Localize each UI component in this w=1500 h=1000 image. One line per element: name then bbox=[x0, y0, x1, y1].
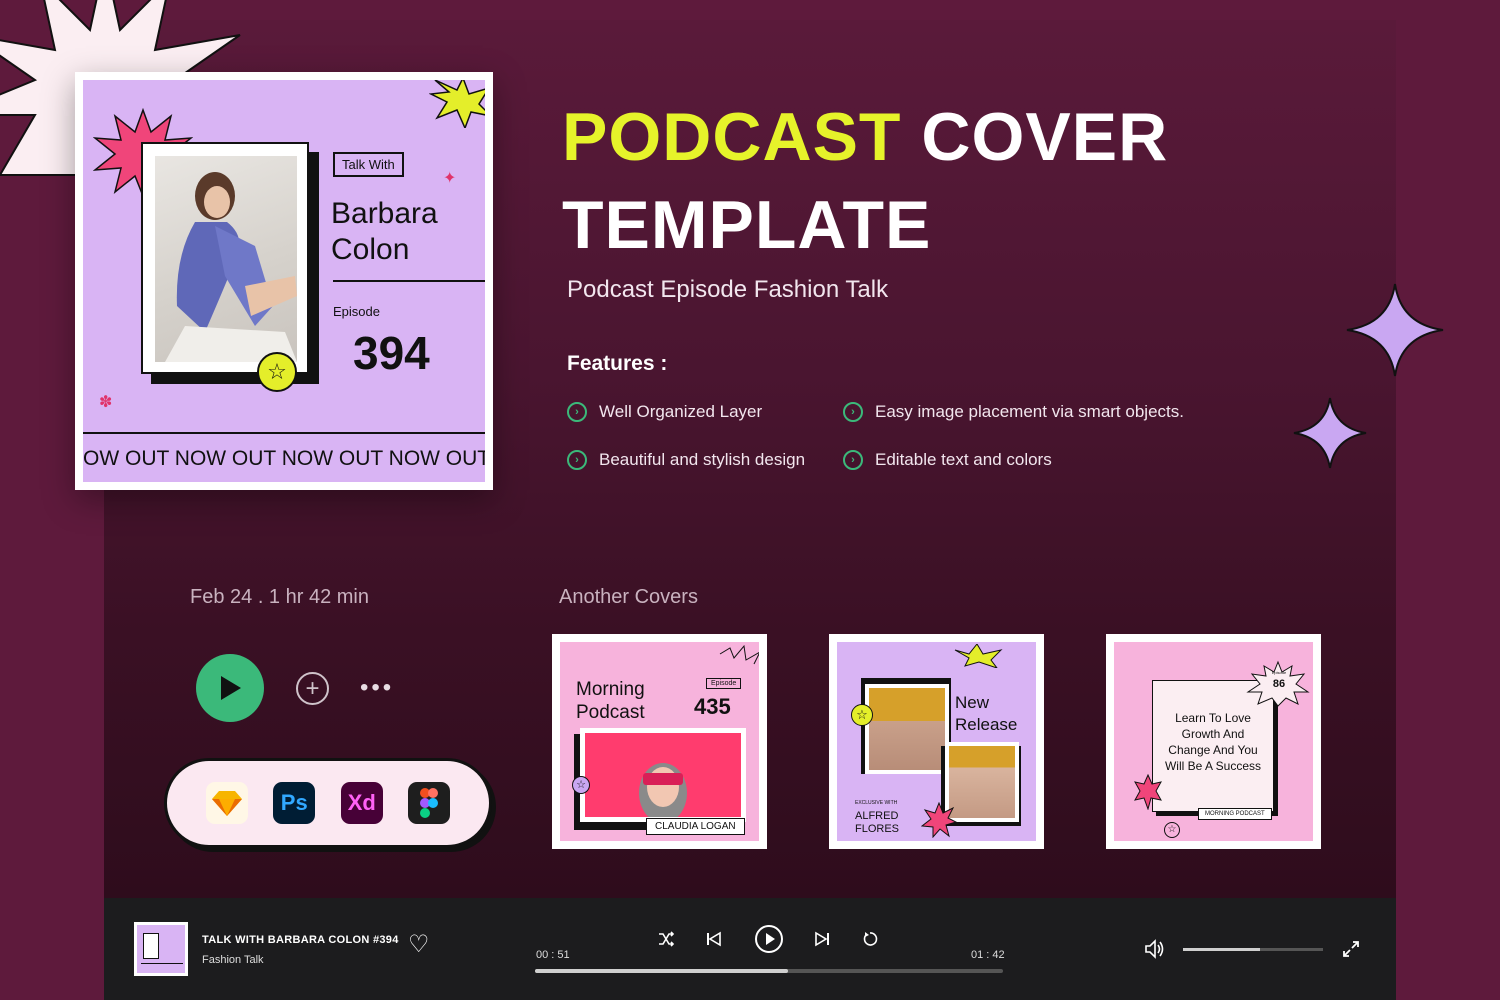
burst-yellow-icon bbox=[954, 644, 1003, 668]
sketch-icon bbox=[205, 782, 248, 824]
check-circle-icon: › bbox=[843, 450, 863, 470]
title-accent: PODCAST bbox=[562, 99, 902, 175]
thumb-guest-name: CLAUDIA LOGAN bbox=[646, 818, 745, 835]
player-play-button[interactable] bbox=[754, 924, 784, 959]
burst-outline-icon bbox=[719, 644, 759, 665]
burst-yellow-icon bbox=[429, 80, 485, 128]
repeat-icon[interactable] bbox=[862, 931, 878, 952]
page-subtitle: Podcast Episode Fashion Talk bbox=[567, 276, 889, 303]
feature-label: Beautiful and stylish design bbox=[599, 450, 806, 469]
star-badge-icon: ☆ bbox=[572, 776, 590, 794]
total-duration: 01 : 42 bbox=[971, 949, 1005, 961]
thumb-photo bbox=[585, 733, 741, 817]
thumb-episode-tag: Episode bbox=[706, 678, 742, 689]
thumb-episode-small: Episode bbox=[1271, 670, 1287, 675]
guest-photo-frame bbox=[141, 142, 309, 374]
thumb-footer: MORNING PODCAST bbox=[1198, 808, 1272, 820]
star-badge-icon: ☆ bbox=[1164, 822, 1180, 838]
episode-label: Episode bbox=[333, 304, 380, 319]
media-player-bar: TALK WITH BARBARA COLON #394 Fashion Tal… bbox=[104, 898, 1396, 1000]
player-artwork bbox=[134, 922, 188, 976]
progress-track[interactable] bbox=[535, 969, 1003, 973]
features-heading: Features : bbox=[567, 352, 668, 375]
cover-thumbnail-new-release[interactable]: New Release EXCLUSIVE WITH ALFRED FLORES ☆ bbox=[829, 634, 1044, 849]
sparkle-large-icon bbox=[1346, 283, 1444, 377]
check-circle-icon: › bbox=[843, 402, 863, 422]
feature-item: › Well Organized Layer bbox=[567, 402, 762, 422]
out-now-ticker: OW OUT NOW OUT NOW OUT NOW OUT NOW OU bbox=[83, 432, 485, 482]
thumb-title: Morning Podcast bbox=[576, 679, 645, 723]
volume-slider[interactable] bbox=[1183, 948, 1323, 951]
episode-meta: Feb 24 . 1 hr 42 min bbox=[190, 586, 369, 608]
main-cover: ✦ ✽ ☆ Talk With Barbara Colon Episode 39… bbox=[83, 80, 485, 482]
add-button[interactable]: + bbox=[296, 672, 329, 705]
episode-number: 394 bbox=[353, 327, 430, 379]
volume-fill bbox=[1183, 948, 1260, 951]
sparkle-small-icon bbox=[1293, 397, 1367, 469]
shuffle-icon[interactable] bbox=[657, 930, 675, 953]
page-title-line1: PODCAST COVER bbox=[562, 98, 1168, 176]
thumb-title: New Release bbox=[955, 693, 1018, 734]
progress-fill bbox=[535, 969, 788, 973]
talk-with-tag: Talk With bbox=[333, 152, 404, 177]
check-circle-icon: › bbox=[567, 402, 587, 422]
thumb-episode-number: 435 bbox=[694, 694, 731, 719]
thumb-photo bbox=[949, 746, 1015, 818]
figma-icon bbox=[408, 782, 451, 824]
volume-icon[interactable] bbox=[1144, 938, 1166, 965]
guest-photo bbox=[155, 156, 297, 362]
previous-track-icon[interactable] bbox=[704, 930, 722, 953]
burst-pink-icon bbox=[921, 802, 957, 838]
feature-label: Editable text and colors bbox=[875, 450, 1052, 469]
star-badge-icon: ☆ bbox=[851, 704, 873, 726]
flower-icon: ✽ bbox=[99, 394, 113, 411]
player-track-title: TALK WITH BARBARA COLON #394 bbox=[202, 934, 399, 946]
elapsed-time: 00 : 51 bbox=[536, 949, 570, 961]
thumb-quote: Learn To Love Growth And Change And You … bbox=[1164, 711, 1262, 773]
feature-item: › Editable text and colors bbox=[843, 450, 1052, 470]
star-badge-icon: ☆ bbox=[257, 352, 297, 392]
next-track-icon[interactable] bbox=[814, 930, 832, 953]
like-heart-icon[interactable]: ♡ bbox=[408, 930, 430, 959]
page-title-line2: TEMPLATE bbox=[562, 187, 932, 263]
cover-thumbnail-morning-podcast-quote[interactable]: Learn To Love Growth And Change And You … bbox=[1106, 634, 1321, 849]
more-options-button[interactable]: ••• bbox=[360, 674, 394, 702]
guest-first-name: Barbara bbox=[331, 197, 438, 230]
burst-pink-icon bbox=[1134, 774, 1162, 810]
fullscreen-icon[interactable] bbox=[1342, 940, 1360, 963]
feature-label: Well Organized Layer bbox=[599, 402, 763, 421]
sparkle-pink-icon: ✦ bbox=[443, 170, 457, 187]
cover-thumbnail-morning-podcast[interactable]: Morning Podcast Episode 435 CLAUDIA LOGAN… bbox=[552, 634, 767, 849]
play-icon bbox=[221, 676, 241, 700]
title-rest: COVER bbox=[921, 99, 1169, 175]
thumb-small-label: EXCLUSIVE WITH bbox=[855, 800, 898, 806]
thumb-guest-name: ALFRED FLORES bbox=[855, 810, 900, 835]
feature-label: Easy image placement via smart objects. bbox=[875, 402, 1184, 421]
feature-item: › Easy image placement via smart objects… bbox=[843, 402, 1184, 422]
feature-item: › Beautiful and stylish design bbox=[567, 450, 805, 470]
photoshop-icon: Ps bbox=[273, 782, 316, 824]
another-covers-heading: Another Covers bbox=[559, 586, 698, 608]
play-button[interactable] bbox=[196, 654, 264, 722]
thumb-photo bbox=[869, 688, 945, 770]
guest-last-name: Colon bbox=[331, 233, 410, 266]
player-track-subtitle: Fashion Talk bbox=[202, 954, 264, 966]
thumb-episode-number: 86 bbox=[1272, 678, 1286, 690]
guest-name: Barbara Colon bbox=[331, 196, 481, 268]
tools-pill: Ps Xd bbox=[164, 758, 492, 848]
divider bbox=[333, 280, 485, 282]
xd-icon: Xd bbox=[340, 782, 383, 824]
check-circle-icon: › bbox=[567, 450, 587, 470]
